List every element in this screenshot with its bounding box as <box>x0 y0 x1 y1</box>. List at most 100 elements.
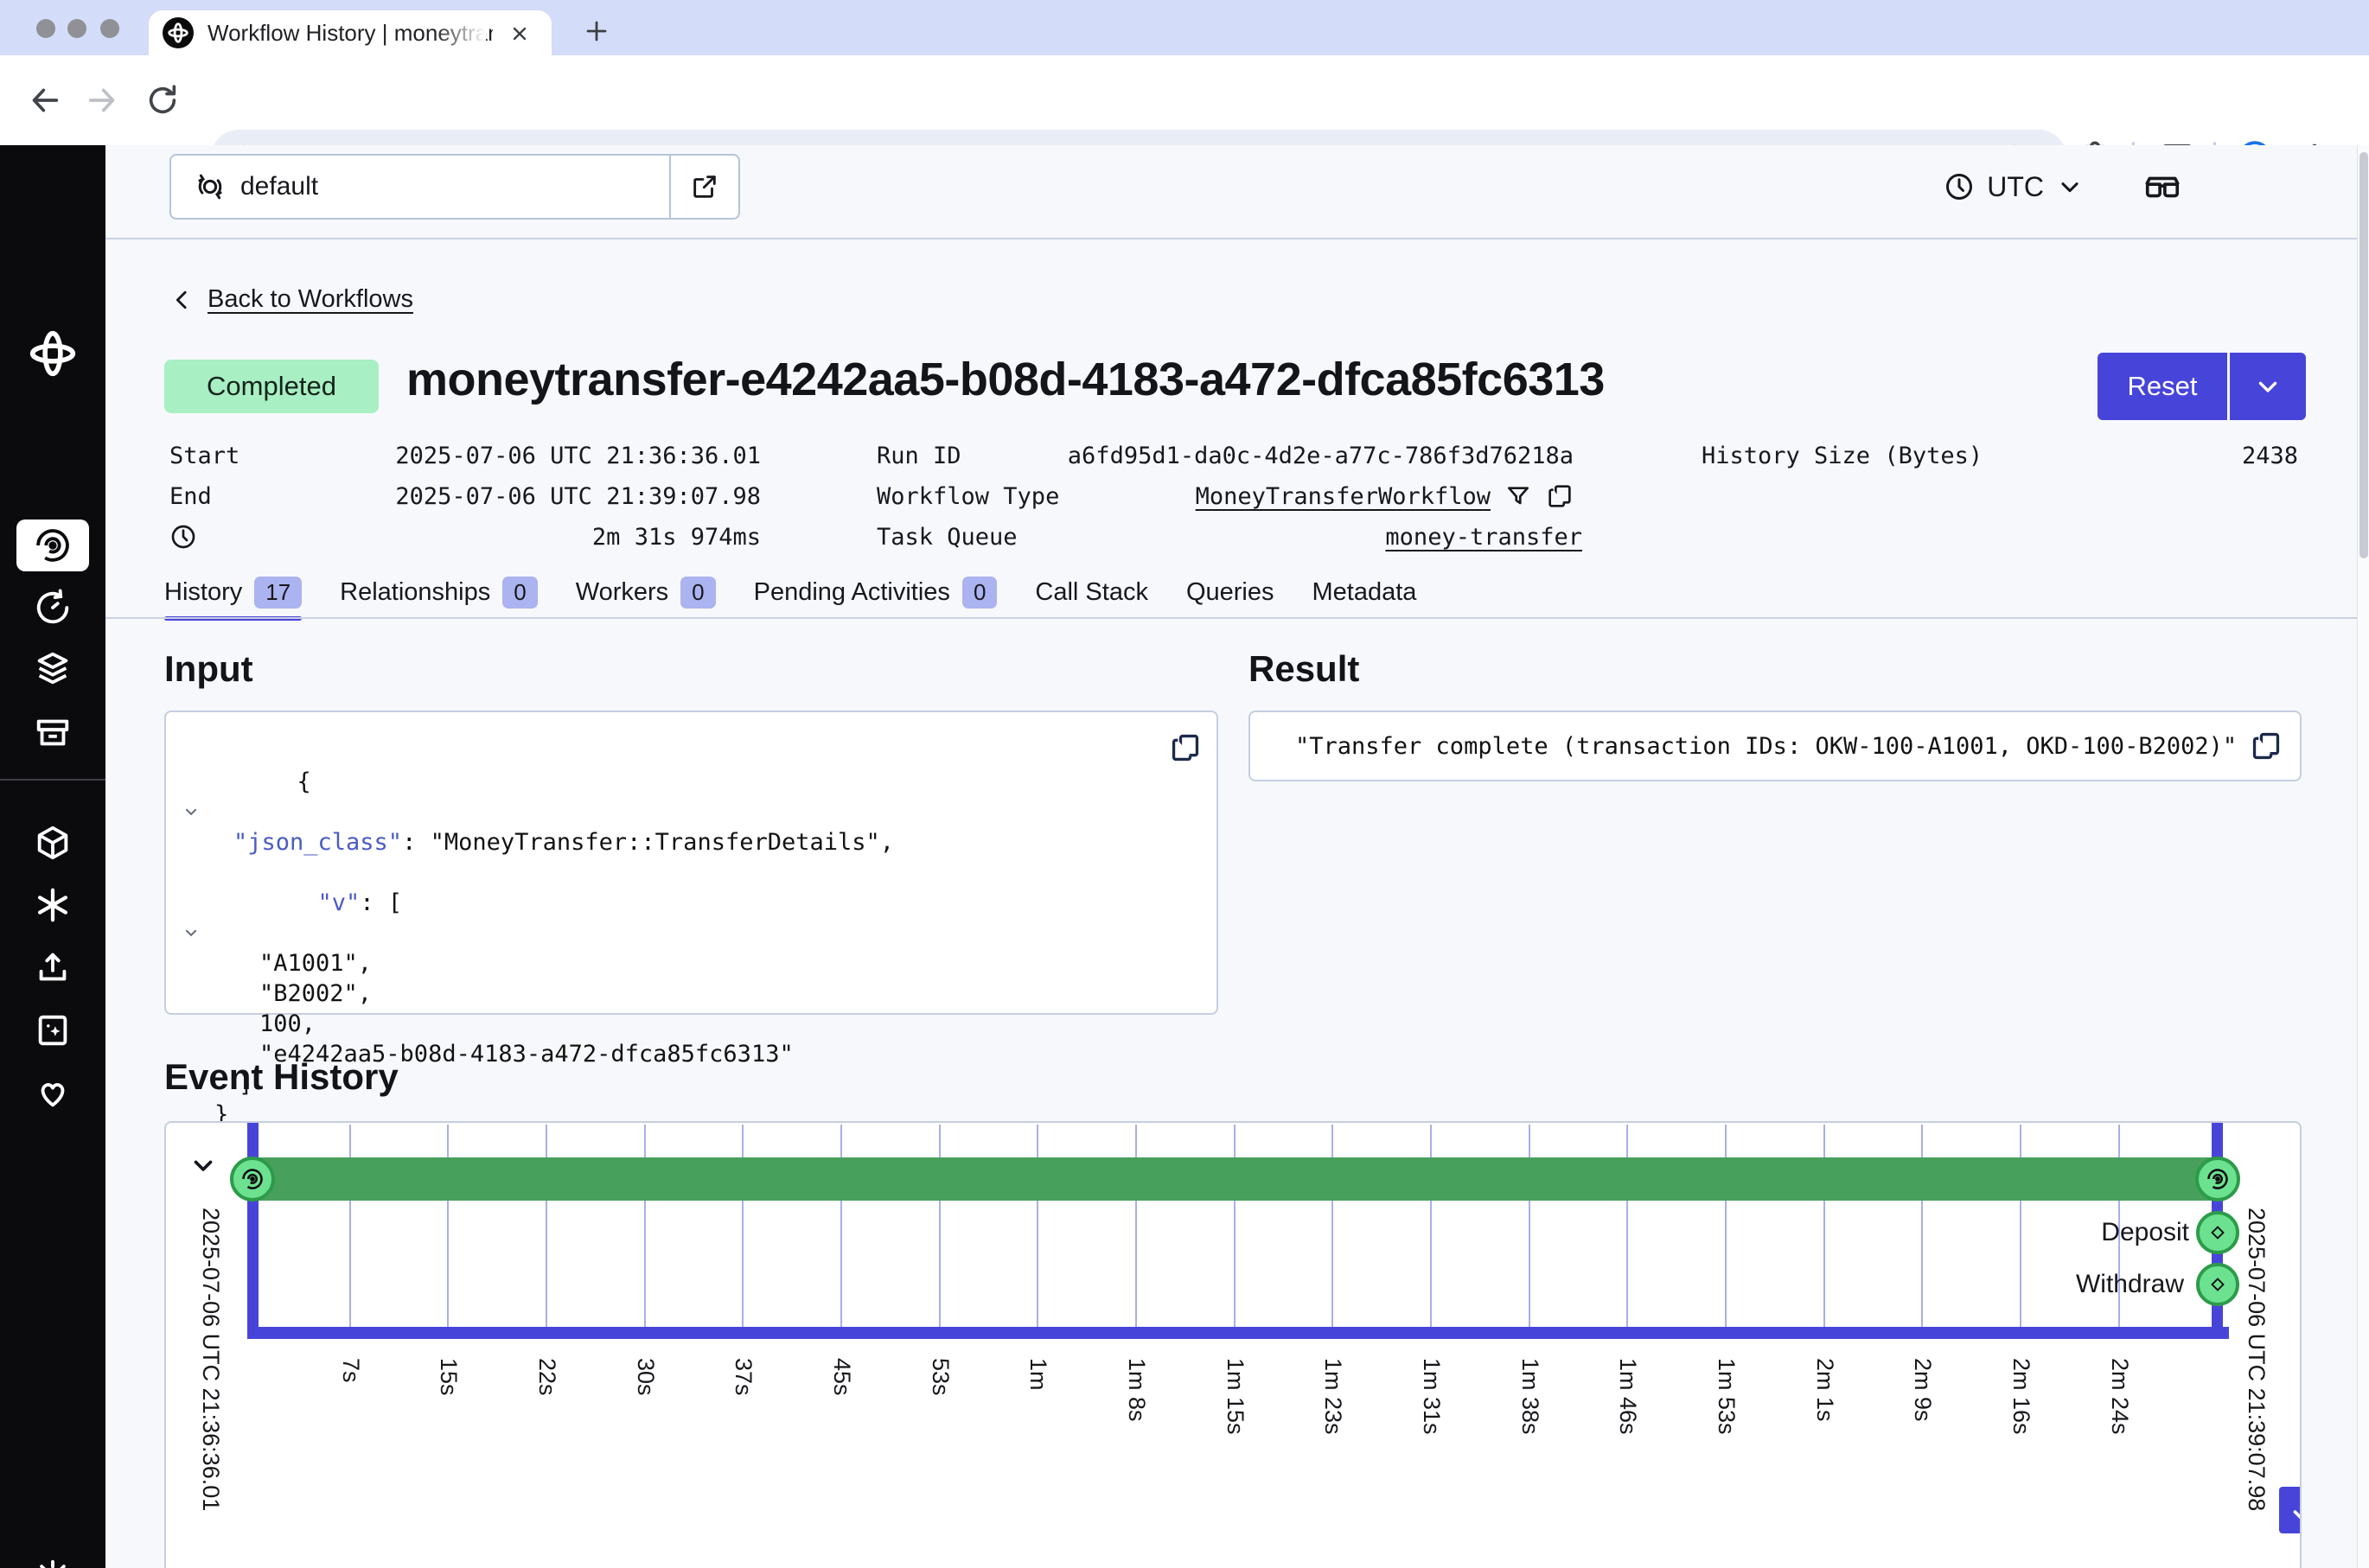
tab-workers[interactable]: Workers0 <box>576 572 716 612</box>
tab-title-fade <box>434 22 486 48</box>
tab-relationships[interactable]: Relationships0 <box>340 572 538 612</box>
copy-icon[interactable] <box>1546 482 1574 510</box>
gridline <box>742 1125 744 1334</box>
tick-label: 1m 46s <box>1614 1358 1641 1435</box>
sidebar-item-import-export[interactable] <box>0 948 105 988</box>
workflow-started-event[interactable] <box>230 1157 275 1201</box>
namespace-selector[interactable]: default <box>169 154 740 220</box>
run-id-label: Run ID <box>877 437 961 474</box>
scrollbar-thumb[interactable] <box>2359 152 2368 558</box>
reset-split-button: Reset <box>2098 353 2306 420</box>
tick-label: 1m 31s <box>1418 1358 1445 1435</box>
task-queue-link[interactable]: money-transfer <box>1020 519 1582 555</box>
tick-label: 15s <box>435 1358 462 1396</box>
activity-deposit-event[interactable] <box>2196 1211 2239 1254</box>
start-label: Start <box>169 437 239 474</box>
timeline-end-timestamp: 2025-07-06 UTC 21:39:07.98 <box>2243 1208 2270 1511</box>
sidebar-item-batch[interactable] <box>0 648 105 688</box>
tab-workers-count: 0 <box>680 577 715 609</box>
tabs-divider <box>105 617 2357 619</box>
temporal-favicon <box>163 17 194 48</box>
tick-label: 1m 8s <box>1123 1358 1150 1422</box>
gridline <box>1135 1125 1137 1334</box>
window-minimize-button[interactable] <box>67 19 86 38</box>
gridline <box>1234 1125 1236 1334</box>
end-value: 2025-07-06 UTC 21:39:07.98 <box>346 478 761 514</box>
event-history-heading: Event History <box>164 1056 399 1098</box>
timeline-axis <box>247 1327 2229 1339</box>
tick-label: 53s <box>927 1358 954 1396</box>
window-zoom-button[interactable] <box>100 19 119 38</box>
gridline <box>1331 1125 1333 1334</box>
app-window: Workflow History | moneytran <box>0 0 2369 1568</box>
namespace-icon <box>194 170 227 203</box>
tick-label: 1m 38s <box>1517 1358 1543 1435</box>
gridline <box>1823 1125 1825 1334</box>
start-value: 2025-07-06 UTC 21:36:36.01 <box>346 437 761 474</box>
gridline <box>1921 1125 1923 1334</box>
sidebar-item-namespaces[interactable] <box>0 823 105 863</box>
tab-call-stack[interactable]: Call Stack <box>1035 572 1148 612</box>
workflow-tabs: History17 Relationships0 Workers0 Pendin… <box>164 572 1416 612</box>
sidebar-item-nexus[interactable] <box>0 885 105 925</box>
sidebar-item-archival[interactable] <box>0 713 105 753</box>
back-icon[interactable] <box>28 83 62 118</box>
reset-button[interactable]: Reset <box>2098 353 2227 420</box>
activity-row-label: Deposit <box>1930 1218 2189 1247</box>
gridline <box>349 1125 351 1334</box>
tick-label: 1m <box>1025 1358 1051 1391</box>
scroll-to-bottom-button[interactable] <box>2279 1487 2302 1533</box>
new-tab-button[interactable] <box>578 12 616 50</box>
tab-history-count: 17 <box>254 577 302 609</box>
tab-pending-activities[interactable]: Pending Activities0 <box>754 572 998 612</box>
json-line: { <box>166 736 894 827</box>
window-close-button[interactable] <box>36 19 55 38</box>
tick-label: 30s <box>632 1358 659 1396</box>
sidebar-item-feedback[interactable] <box>0 1073 105 1112</box>
tick-label: 2m 9s <box>1909 1358 1936 1422</box>
workflow-type-link[interactable]: MoneyTransferWorkflow <box>1196 483 1491 510</box>
result-card: "Transfer complete (transaction IDs: OKW… <box>1248 711 2302 781</box>
page-scrollbar[interactable] <box>2357 145 2369 1568</box>
back-to-workflows-link[interactable]: Back to Workflows <box>169 285 413 314</box>
gridline <box>644 1125 646 1334</box>
workflow-completed-event[interactable] <box>2195 1157 2240 1201</box>
activity-withdraw-event[interactable] <box>2196 1263 2239 1306</box>
labs-mode-icon[interactable] <box>2142 168 2182 207</box>
temporal-logo[interactable] <box>0 329 105 378</box>
json-line: "v": [ <box>166 857 894 948</box>
sidebar-item-workflows[interactable] <box>16 519 89 571</box>
browser-toolbar: localhost:8080/namespaces/default/workfl… <box>0 55 2369 145</box>
workflow-execution-span[interactable] <box>252 1157 2218 1201</box>
result-value: "Transfer complete (transaction IDs: OKW… <box>1250 733 2237 760</box>
chevron-down-icon <box>2056 173 2084 201</box>
duration-value: 2m 31s 974ms <box>346 519 761 555</box>
timeline-collapse-chevron-icon[interactable] <box>188 1151 218 1180</box>
gridline <box>1626 1125 1628 1334</box>
reset-menu-button[interactable] <box>2230 353 2306 420</box>
tab-queries[interactable]: Queries <box>1186 572 1274 612</box>
input-copy-icon[interactable] <box>1169 731 1202 764</box>
gridline <box>546 1125 547 1334</box>
result-heading: Result <box>1248 648 1359 690</box>
namespace-name: default <box>240 172 318 201</box>
theme-toggle-icon[interactable] <box>0 1558 105 1568</box>
tab-close-icon[interactable] <box>507 21 533 47</box>
reload-icon[interactable] <box>145 83 180 118</box>
namespace-open-icon[interactable] <box>669 156 738 218</box>
task-queue-label: Task Queue <box>877 519 1018 555</box>
tab-metadata[interactable]: Metadata <box>1312 572 1417 612</box>
timezone-selector[interactable]: UTC <box>1944 145 2084 228</box>
history-size-value: 2438 <box>1989 437 2298 474</box>
tab-history[interactable]: History17 <box>164 572 302 612</box>
sidebar-item-docs[interactable] <box>0 1010 105 1050</box>
forward-icon[interactable] <box>85 83 119 118</box>
tick-label: 37s <box>730 1358 757 1396</box>
sidebar-item-schedules[interactable] <box>0 588 105 628</box>
workflow-title: moneytransfer-e4242aa5-b08d-4183-a472-df… <box>406 353 1605 406</box>
history-size-label: History Size (Bytes) <box>1702 437 1983 474</box>
browser-tab[interactable]: Workflow History | moneytran <box>149 10 552 55</box>
gridline <box>1529 1125 1530 1334</box>
filter-funnel-icon[interactable] <box>1504 482 1532 510</box>
result-copy-icon[interactable] <box>2250 730 2283 762</box>
